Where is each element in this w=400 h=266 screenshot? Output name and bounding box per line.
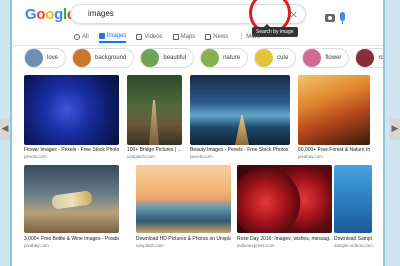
tab-label: More [246,33,260,40]
chip-label: background [95,55,127,61]
result-title[interactable]: 60,000+ Free Forest & Nature Images ... [298,147,370,153]
news-icon [205,33,212,40]
search-icon [74,33,80,40]
chevron-right-icon[interactable]: ▶ [390,118,400,140]
result-source: indianexpress.com [237,243,275,248]
chip-beautiful[interactable]: beautiful [140,48,195,68]
chip-thumbnail [303,49,322,67]
image-result-rose[interactable]: Rose Day 2016: Images, wishes, messag...… [237,165,332,253]
result-title[interactable]: Beauty Images - Pexels - Free Stock Phot… [190,147,290,153]
tab-label: All [82,33,89,40]
camera-icon[interactable] [325,14,335,22]
more-icon: ⋮ [238,34,245,40]
result-thumbnail[interactable] [190,75,290,145]
google-logo[interactable]: Google [25,6,75,23]
result-thumbnail[interactable] [136,165,231,233]
logo-letter: o [45,6,55,23]
chip-label: cute [277,55,289,61]
image-result-beauty[interactable]: Beauty Images - Pexels - Free Stock Phot… [190,75,290,163]
tab-images[interactable]: Images [98,30,127,43]
tab-label: Videos [144,33,163,40]
tab-maps[interactable]: Maps [172,30,196,43]
result-thumbnail[interactable] [298,75,370,145]
search-input[interactable]: images [88,9,114,18]
result-title[interactable]: Flower Images - Pexels - Free Stock Phot… [24,147,119,153]
google-header: Google images × Search by image [12,0,383,37]
video-icon [136,33,143,40]
tab-more[interactable]: ⋮ More [238,30,260,43]
search-tabs: All Images Videos Maps News ⋮ More [74,30,260,44]
pier-path [235,115,249,145]
mic-icon[interactable] [340,12,345,24]
image-result-bottle[interactable]: 3,000+ Free Bottle & Wine Images - Pixab… [24,165,119,253]
result-title[interactable]: Rose Day 2016: Images, wishes, messag... [237,236,332,242]
image-result-bridge[interactable]: 100+ Bridge Pictures | ... unsplash.com [127,75,182,163]
result-source: pexels.com [190,154,213,159]
result-source: pexels.com [24,154,47,159]
chip-flower[interactable]: flower [302,48,350,68]
result-title[interactable]: 100+ Bridge Pictures | ... [127,147,182,153]
chip-thumbnail [356,49,375,67]
chip-cute[interactable]: cute [254,48,297,68]
chip-romantic[interactable]: romantic [355,48,384,68]
map-icon [172,33,179,40]
result-thumbnail[interactable] [24,165,119,233]
result-source: unsplash.com [136,243,164,248]
chip-thumbnail [73,49,92,67]
result-source: unsplash.com [127,154,155,159]
result-title[interactable]: 3,000+ Free Bottle & Wine Images - Pixab… [24,236,119,242]
chip-thumbnail [255,49,274,67]
image-result-forest[interactable]: 60,000+ Free Forest & Nature Images ... … [298,75,370,163]
result-thumbnail[interactable] [127,75,182,145]
result-source: pixabay.com [24,243,49,248]
result-thumbnail[interactable] [334,165,372,233]
chevron-left-icon[interactable]: ◀ [0,118,10,140]
chip-label: beautiful [163,55,187,61]
result-thumbnail[interactable] [24,75,119,145]
tab-label: News [213,33,229,40]
result-title[interactable]: Download Sample JPG I... [334,236,372,242]
image-icon [98,32,105,39]
bottle-shape [51,190,93,210]
chip-label: love [47,55,59,61]
tab-videos[interactable]: Videos [136,30,163,43]
chip-thumbnail [25,49,43,67]
logo-letter: g [54,6,63,23]
chip-label: flower [325,55,342,61]
result-thumbnail[interactable] [237,165,332,233]
bridge-path [149,100,159,145]
chip-label: romantic [378,55,384,61]
result-title[interactable]: Download HD Pictures & Photos on Unsplas… [136,236,231,242]
chip-background[interactable]: background [72,48,135,68]
logo-letter: o [36,6,46,23]
tab-label: Maps [180,33,196,40]
chip-thumbnail [141,49,160,67]
chip-love[interactable]: love [24,48,67,68]
image-result-sample[interactable]: Download Sample JPG I... sample-videos.c… [334,165,373,253]
image-result-sunset[interactable]: Download HD Pictures & Photos on Unsplas… [136,165,231,253]
logo-letter: G [25,6,37,23]
suggestion-chips: love background beautiful nature cute fl… [24,48,384,68]
tab-all[interactable]: All [74,30,89,43]
chip-thumbnail [201,49,220,67]
tabs-divider [12,45,383,46]
chip-nature[interactable]: nature [200,48,249,68]
image-result-flower[interactable]: Flower Images - Pexels - Free Stock Phot… [24,75,119,163]
chip-label: nature [223,55,241,61]
browser-window: Google images × Search by image All Imag… [10,0,385,266]
tab-news[interactable]: News [205,30,228,43]
tab-label: Images [106,32,127,39]
result-source: sample-videos.com [334,243,373,248]
result-source: pixabay.com [298,154,323,159]
